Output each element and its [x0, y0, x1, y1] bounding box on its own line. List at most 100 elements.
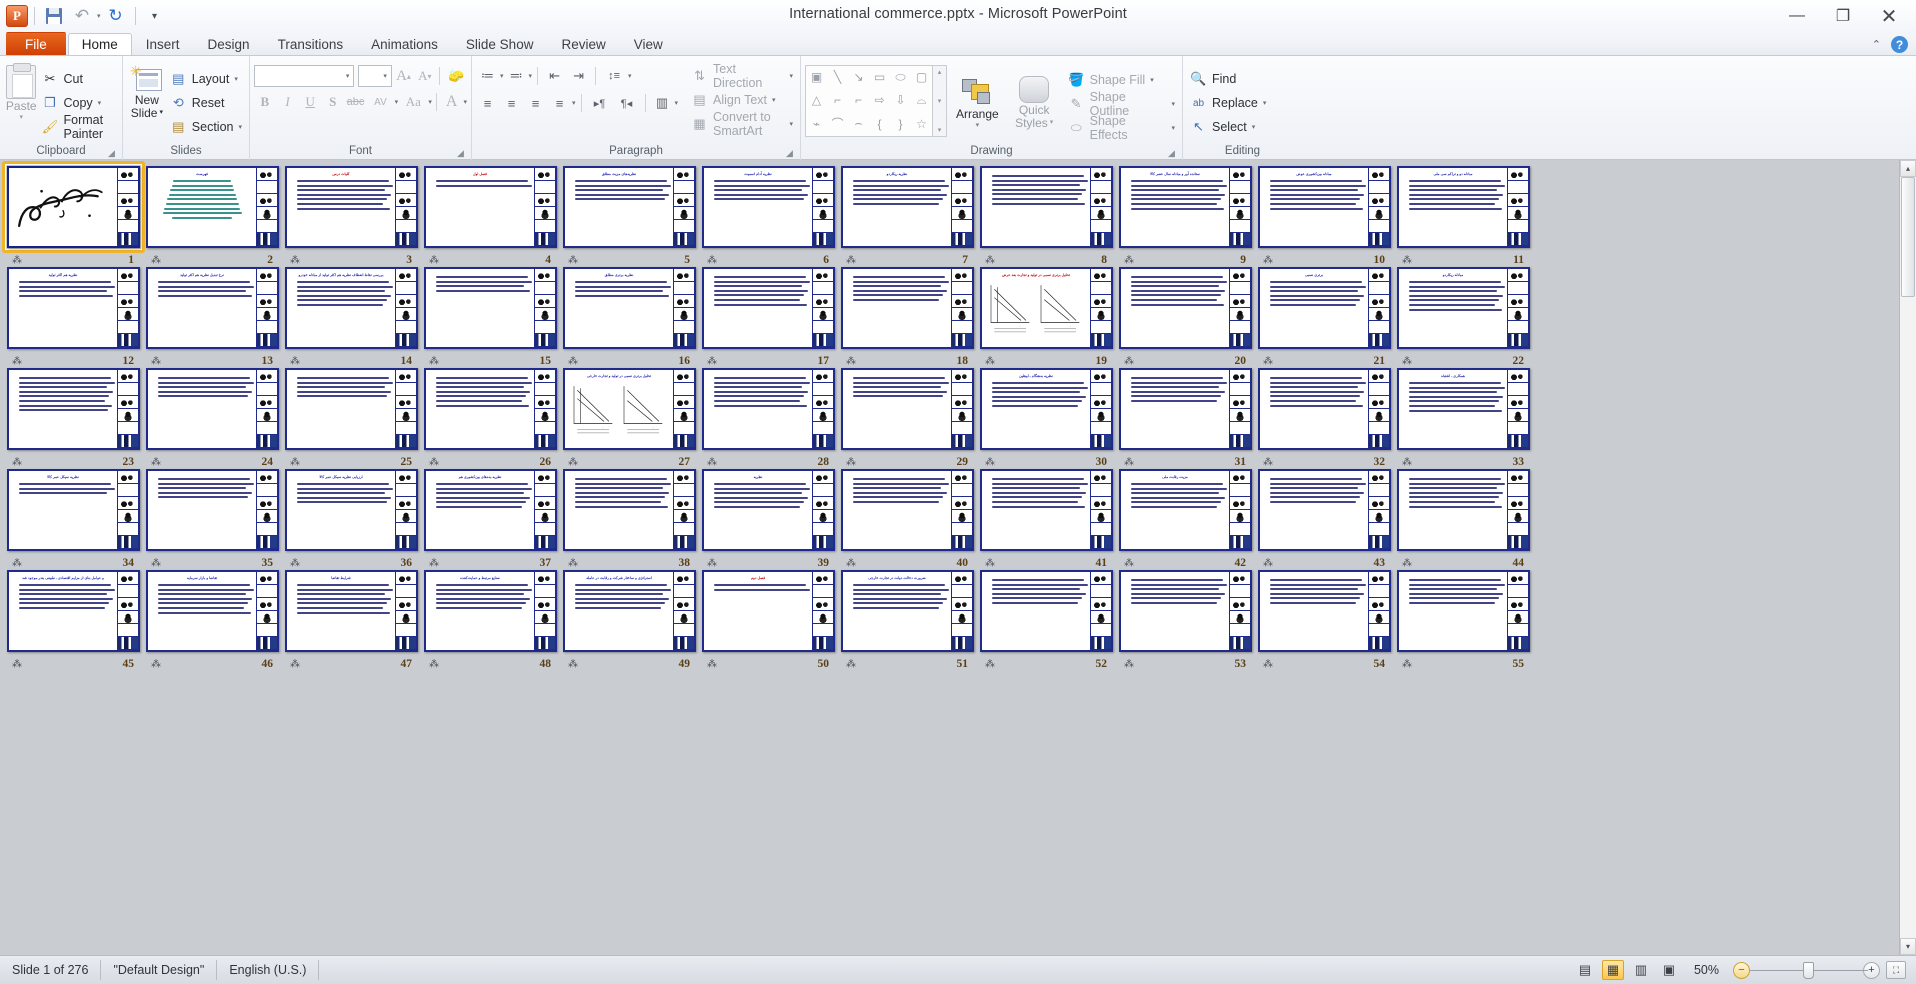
shape-item-15[interactable]: {: [869, 112, 890, 135]
slide-transition-icon[interactable]: ⁂: [846, 255, 856, 266]
text-shadow-button[interactable]: S: [322, 91, 344, 113]
slide-thumb-wrapper[interactable]: [1119, 368, 1252, 450]
slide-preview[interactable]: [424, 267, 557, 349]
italic-button[interactable]: I: [277, 91, 299, 113]
quick-styles-button[interactable]: Quick Styles ▾: [1008, 72, 1061, 129]
slide-thumb-wrapper[interactable]: [424, 267, 557, 349]
slide-transition-icon[interactable]: ⁂: [290, 558, 300, 569]
slide-transition-icon[interactable]: ⁂: [568, 558, 578, 569]
slide-preview[interactable]: مزیت رقابت ملی: [1119, 469, 1252, 551]
copy-button[interactable]: ❐ Copy ▾: [38, 91, 118, 115]
change-case-caret-icon[interactable]: ▾: [428, 98, 432, 106]
slide-preview[interactable]: همکاری ـ اشتباه: [1397, 368, 1530, 450]
shape-item-13[interactable]: ⌒: [827, 112, 848, 135]
slide-thumb-wrapper[interactable]: همکاری ـ اشتباه: [1397, 368, 1530, 450]
font-color-button[interactable]: A: [441, 91, 463, 113]
slide-thumb-wrapper[interactable]: [146, 469, 279, 551]
slide-thumb-wrapper[interactable]: [1119, 267, 1252, 349]
slide-thumbnail-36[interactable]: ارزیابی نظریه سیکل عمر کالا ⁂ 36: [282, 469, 421, 570]
slide-thumbnail-42[interactable]: مزیت رقابت ملی ⁂ 42: [1116, 469, 1255, 570]
shape-outline-button[interactable]: ✎ Shape Outline ▾: [1065, 90, 1178, 118]
slide-preview[interactable]: [1397, 469, 1530, 551]
text-direction-button[interactable]: ⇅ Text Direction ▾: [688, 62, 796, 90]
shape-item-7[interactable]: ⌐: [827, 89, 848, 112]
tab-transitions[interactable]: Transitions: [264, 33, 358, 55]
scrollbar-thumb[interactable]: [1901, 177, 1915, 297]
slide-thumb-wrapper[interactable]: [146, 368, 279, 450]
tab-design[interactable]: Design: [194, 33, 264, 55]
slide-transition-icon[interactable]: ⁂: [568, 356, 578, 367]
restore-button[interactable]: ❐: [1820, 2, 1866, 30]
slide-preview[interactable]: فهرست: [146, 166, 279, 248]
slide-thumbnail-16[interactable]: نظریه برتری مطلق ⁂ 16: [560, 267, 699, 368]
slide-thumb-wrapper[interactable]: نرخ تبدیل نظریه هم اکثر تولید: [146, 267, 279, 349]
character-spacing-button[interactable]: AV: [367, 91, 393, 113]
slide-thumb-wrapper[interactable]: نظریه به‌هنگام ـ اوهلین: [980, 368, 1113, 450]
slide-thumb-wrapper[interactable]: [841, 368, 974, 450]
scrollbar-track[interactable]: [1900, 177, 1916, 938]
slide-thumbnail-4[interactable]: فصل اول ⁂ 4: [421, 166, 560, 267]
slide-thumb-wrapper[interactable]: نظریه بده‌های بین‌کشوری هم: [424, 469, 557, 551]
slide-show-view-button[interactable]: ▣: [1658, 960, 1680, 980]
slide-thumbnail-52[interactable]: ⁂ 52: [977, 570, 1116, 671]
slide-preview[interactable]: تحلیل برتری نسبی در تولید و تجارت بعد عر…: [980, 267, 1113, 349]
convert-to-smartart-button[interactable]: ▦ Convert to SmartArt ▾: [688, 110, 796, 138]
slide-thumb-wrapper[interactable]: [1397, 469, 1530, 551]
shape-item-17[interactable]: ☆: [911, 112, 932, 135]
slide-thumbnail-21[interactable]: برتری نسبی ⁂ 21: [1255, 267, 1394, 368]
replace-button[interactable]: ab Replace ▾: [1187, 91, 1269, 115]
slide-transition-icon[interactable]: ⁂: [12, 356, 22, 367]
justify-caret-icon[interactable]: ▾: [572, 99, 576, 107]
slide-thumb-wrapper[interactable]: [702, 368, 835, 450]
normal-view-button[interactable]: ▤: [1574, 960, 1596, 980]
zoom-handle[interactable]: [1803, 961, 1814, 979]
slide-preview[interactable]: شرایط تقاضا: [285, 570, 418, 652]
slide-thumb-wrapper[interactable]: نظریه آدام اسمیت: [702, 166, 835, 248]
format-painter-button[interactable]: 🖌 Format Painter: [38, 113, 118, 141]
slide-preview[interactable]: فصل اول: [424, 166, 557, 248]
slide-preview[interactable]: مبادله دو و تراکم سی ملی: [1397, 166, 1530, 248]
slide-transition-icon[interactable]: ⁂: [1124, 255, 1134, 266]
slide-preview[interactable]: [841, 368, 974, 450]
shape-effects-button[interactable]: ⬭ Shape Effects ▾: [1065, 114, 1178, 142]
slide-thumb-wrapper[interactable]: نظریه برتری مطلق: [563, 267, 696, 349]
line-spacing-caret-icon[interactable]: ▾: [628, 72, 632, 80]
slide-transition-icon[interactable]: ⁂: [707, 558, 717, 569]
slide-thumbnail-46[interactable]: تقاضا و بازار سرمایه ⁂ 46: [143, 570, 282, 671]
align-text-button[interactable]: ▤ Align Text ▾: [688, 88, 796, 112]
slide-preview[interactable]: بررسی نقاط انعطاف نظریه هم اکثر تولید از…: [285, 267, 418, 349]
slide-transition-icon[interactable]: ⁂: [985, 457, 995, 468]
clear-all-formatting-button[interactable]: 🧽: [445, 65, 467, 87]
paste-button[interactable]: Paste ▾: [4, 61, 38, 121]
slide-transition-icon[interactable]: ⁂: [12, 255, 22, 266]
slide-transition-icon[interactable]: ⁂: [568, 457, 578, 468]
slide-thumbnail-11[interactable]: مبادله دو و تراکم سی ملی ⁂ 11: [1394, 166, 1533, 267]
slide-preview[interactable]: صنایع مرتبط و حمایت‌کننده: [424, 570, 557, 652]
bullets-caret-icon[interactable]: ▾: [500, 72, 504, 80]
slide-counter[interactable]: Slide 1 of 276: [0, 960, 102, 980]
slide-transition-icon[interactable]: ⁂: [707, 255, 717, 266]
slide-thumbnail-53[interactable]: ⁂ 53: [1116, 570, 1255, 671]
change-case-button[interactable]: Aa: [399, 91, 427, 113]
new-slide-button[interactable]: ✳ New Slide ▾: [127, 61, 167, 119]
select-button[interactable]: ↖ Select ▾: [1187, 115, 1269, 139]
slide-thumb-wrapper[interactable]: [841, 267, 974, 349]
slide-thumb-wrapper[interactable]: شرایط تقاضا: [285, 570, 418, 652]
slide-thumbnail-6[interactable]: نظریه آدام اسمیت ⁂ 6: [699, 166, 838, 267]
slide-transition-icon[interactable]: ⁂: [846, 659, 856, 670]
slide-thumb-wrapper[interactable]: تحلیل برتری نسبی در تولید و تجارت خارجی …: [563, 368, 696, 450]
vertical-scrollbar[interactable]: ▴ ▾: [1899, 160, 1916, 955]
shape-item-3[interactable]: ▭: [869, 66, 890, 89]
slide-thumb-wrapper[interactable]: و عوامل بنای از مزایم اقتصادی ـ طبیعی بن…: [7, 570, 140, 652]
minimize-button[interactable]: —: [1774, 2, 1820, 30]
slide-preview[interactable]: مبادله ریکاردو: [1397, 267, 1530, 349]
slide-thumb-wrapper[interactable]: [1397, 570, 1530, 652]
slide-preview[interactable]: استراتژی و ساختار شرکت و رقابت در عامله: [563, 570, 696, 652]
slide-preview[interactable]: فصل دوم: [702, 570, 835, 652]
slide-transition-icon[interactable]: ⁂: [985, 356, 995, 367]
slide-transition-icon[interactable]: ⁂: [12, 659, 22, 670]
layout-button[interactable]: ▤ Layout ▾: [167, 67, 245, 91]
slide-preview[interactable]: [980, 570, 1113, 652]
slide-thumbnail-18[interactable]: ⁂ 18: [838, 267, 977, 368]
slide-thumbnail-35[interactable]: ⁂ 35: [143, 469, 282, 570]
